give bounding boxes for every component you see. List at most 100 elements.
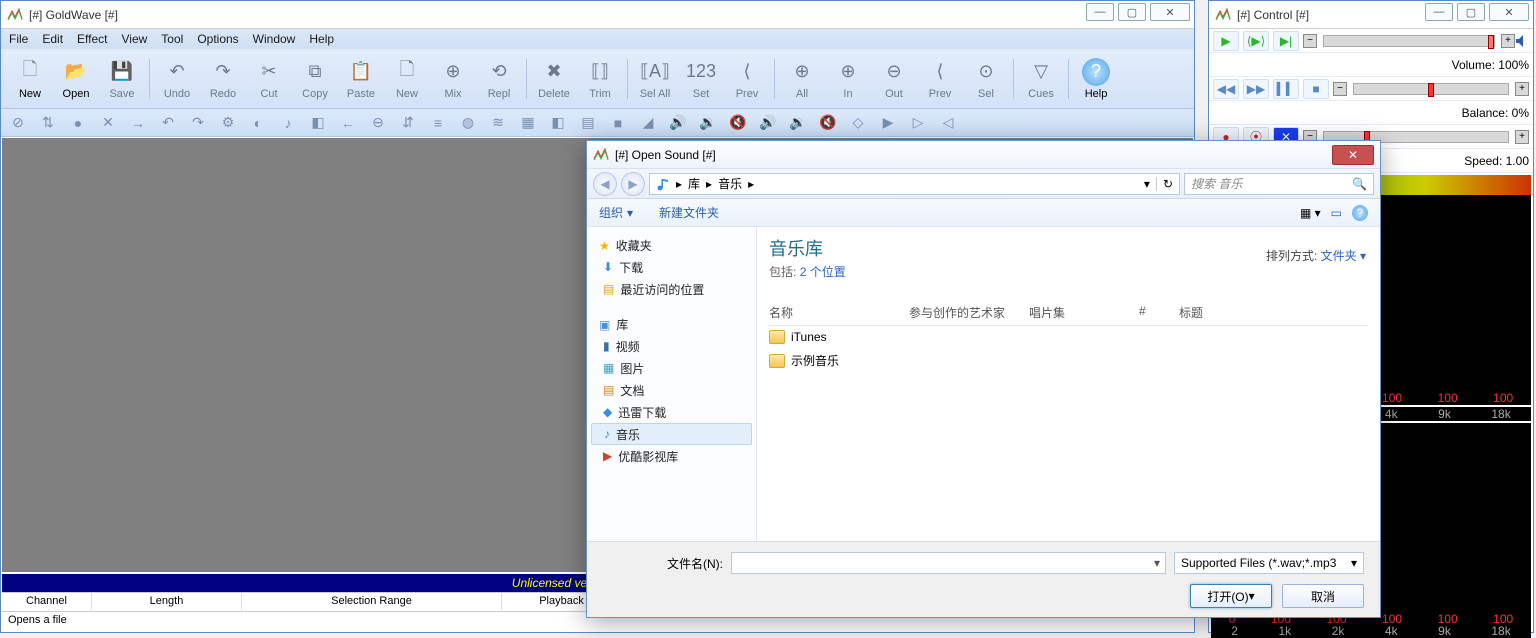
menubar: File Edit Effect View Tool Options Windo… bbox=[1, 29, 1194, 49]
refresh-icon[interactable]: ↻ bbox=[1156, 177, 1173, 191]
sidebar-item-documents[interactable]: ▤文档 bbox=[591, 379, 752, 401]
sidebar-item-xunlei[interactable]: ◆迅雷下载 bbox=[591, 401, 752, 423]
fx-toolbar: ⊘⇅●✕→↶↷⚙◐♪◧←⊖⇵≡◍≋▦◧▤■◢🔊🔉🔇🔊🔉🔇◇▶▷◁ bbox=[1, 109, 1194, 137]
balance-plus[interactable]: + bbox=[1515, 82, 1529, 96]
col-album[interactable]: 唱片集 bbox=[1029, 304, 1139, 321]
fx-button-4: → bbox=[125, 112, 151, 134]
volume-plus[interactable]: + bbox=[1501, 34, 1515, 48]
balance-minus[interactable]: − bbox=[1333, 82, 1347, 96]
tool-help[interactable]: ?Help bbox=[1073, 52, 1119, 106]
fx-button-30: ▷ bbox=[905, 112, 931, 134]
menu-options[interactable]: Options bbox=[197, 32, 238, 46]
fx-button-8: ◐ bbox=[245, 112, 271, 134]
sidebar-item-videos[interactable]: ▮视频 bbox=[591, 335, 752, 357]
menu-effect[interactable]: Effect bbox=[77, 32, 107, 46]
volume-label-row: Volume: 100% bbox=[1209, 53, 1533, 77]
fx-button-17: ▦ bbox=[515, 112, 541, 134]
sidebar-item-pictures[interactable]: ▦图片 bbox=[591, 357, 752, 379]
stop-button[interactable]: ■ bbox=[1303, 79, 1329, 99]
xunlei-icon: ◆ bbox=[603, 405, 612, 419]
view-button[interactable]: ▦ ▾ bbox=[1300, 206, 1321, 220]
maximize-button[interactable]: ▢ bbox=[1118, 3, 1146, 21]
pause-button[interactable]: ▍▍ bbox=[1273, 79, 1299, 99]
sidebar-item-youku[interactable]: ▶优酷影视库 bbox=[591, 445, 752, 467]
tool-new[interactable]: 🗋New bbox=[7, 52, 53, 106]
fx-button-9: ♪ bbox=[275, 112, 301, 134]
dialog-close-button[interactable]: ✕ bbox=[1332, 145, 1374, 165]
help-icon[interactable]: ? bbox=[1352, 205, 1368, 221]
speed-plus[interactable]: + bbox=[1515, 130, 1529, 144]
menu-help[interactable]: Help bbox=[309, 32, 334, 46]
balance-label-row: Balance: 0% bbox=[1209, 101, 1533, 125]
minimize-button[interactable]: — bbox=[1086, 3, 1114, 21]
menu-view[interactable]: View bbox=[122, 32, 148, 46]
fx-button-14: ≡ bbox=[425, 112, 451, 134]
fx-button-13: ⇵ bbox=[395, 112, 421, 134]
youku-icon: ▶ bbox=[603, 449, 612, 463]
tool-delete: ✖Delete bbox=[531, 52, 577, 106]
file-row-itunes[interactable]: iTunes bbox=[769, 326, 1368, 348]
tool-repl: ⟲Repl bbox=[476, 52, 522, 106]
balance-slider[interactable] bbox=[1353, 83, 1509, 95]
menu-edit[interactable]: Edit bbox=[42, 32, 63, 46]
open-button[interactable]: 打开(O) ▾ bbox=[1190, 584, 1272, 608]
sidebar-item-music[interactable]: ♪音乐 bbox=[591, 423, 752, 445]
tool-in: ⊕In bbox=[825, 52, 871, 106]
dialog-icon bbox=[593, 147, 609, 163]
crumb-music[interactable]: 音乐 bbox=[718, 175, 742, 192]
menu-window[interactable]: Window bbox=[253, 32, 296, 46]
control-close-button[interactable]: ✕ bbox=[1489, 3, 1529, 21]
tool-copy: ⧉Copy bbox=[292, 52, 338, 106]
volume-slider[interactable] bbox=[1323, 35, 1495, 47]
play-button[interactable]: ▶ bbox=[1213, 31, 1239, 51]
organize-button[interactable]: 组织 ▾ bbox=[599, 204, 633, 221]
sidebar-item-recent[interactable]: ▤最近访问的位置 bbox=[591, 278, 752, 300]
fx-button-26: 🔉 bbox=[785, 112, 811, 134]
breadcrumb-dropdown[interactable]: ▾ bbox=[1144, 177, 1150, 191]
sort-dropdown[interactable]: 文件夹 ▾ bbox=[1321, 249, 1366, 263]
tool-paste: 📋Paste bbox=[338, 52, 384, 106]
close-button[interactable]: ✕ bbox=[1150, 3, 1190, 21]
sidebar-favorites[interactable]: ★收藏夹 bbox=[591, 235, 752, 256]
play-selection-button[interactable]: ⟨▶⟩ bbox=[1243, 31, 1269, 51]
dialog-main: 音乐库 包括: 2 个位置 排列方式: 文件夹 ▾ 名称 参与创作的艺术家 唱片… bbox=[757, 227, 1380, 541]
menu-tool[interactable]: Tool bbox=[161, 32, 183, 46]
newfolder-button[interactable]: 新建文件夹 bbox=[659, 204, 719, 221]
col-num[interactable]: # bbox=[1139, 304, 1179, 321]
fx-button-27: 🔇 bbox=[815, 112, 841, 134]
play-loop-button[interactable]: ▶| bbox=[1273, 31, 1299, 51]
file-filter-dropdown[interactable]: Supported Files (*.wav;*.mp3▾ bbox=[1174, 552, 1364, 574]
breadcrumb-bar[interactable]: ▸ 库 ▸ 音乐 ▸ ▾ ↻ bbox=[649, 173, 1180, 195]
sidebar-library[interactable]: ▣库 bbox=[591, 314, 752, 335]
col-artist[interactable]: 参与创作的艺术家 bbox=[909, 304, 1029, 321]
rewind-button[interactable]: ◀◀ bbox=[1213, 79, 1239, 99]
fx-button-23: 🔉 bbox=[695, 112, 721, 134]
volume-minus[interactable]: − bbox=[1303, 34, 1317, 48]
control-minimize-button[interactable]: — bbox=[1425, 3, 1453, 21]
menu-file[interactable]: File bbox=[9, 32, 28, 46]
nav-back-button[interactable]: ◀ bbox=[593, 172, 617, 196]
search-input[interactable]: 搜索 音乐 🔍 bbox=[1184, 173, 1374, 195]
nav-forward-button[interactable]: ▶ bbox=[621, 172, 645, 196]
control-maximize-button[interactable]: ▢ bbox=[1457, 3, 1485, 21]
col-title[interactable]: 标题 bbox=[1179, 304, 1223, 321]
library-locations-link[interactable]: 2 个位置 bbox=[800, 265, 846, 279]
tool-open[interactable]: 📂Open bbox=[53, 52, 99, 106]
crumb-library[interactable]: 库 bbox=[688, 175, 700, 192]
control-window-controls: — ▢ ✕ bbox=[1425, 3, 1529, 21]
file-row-sample[interactable]: 示例音乐 bbox=[769, 348, 1368, 373]
tool-all: ⊕All bbox=[779, 52, 825, 106]
volume-label: Volume: 100% bbox=[1452, 58, 1529, 72]
sidebar-item-downloads[interactable]: ⬇下载 bbox=[591, 256, 752, 278]
main-title: [#] GoldWave [#] bbox=[29, 8, 1188, 22]
file-columns: 名称 参与创作的艺术家 唱片集 # 标题 bbox=[769, 300, 1368, 326]
fx-button-11: ← bbox=[335, 112, 361, 134]
filename-input[interactable] bbox=[731, 552, 1166, 574]
cancel-button[interactable]: 取消 bbox=[1282, 584, 1364, 608]
fx-button-1: ⇅ bbox=[35, 112, 61, 134]
filename-dropdown[interactable]: ▾ bbox=[1154, 556, 1160, 570]
col-name[interactable]: 名称 bbox=[769, 304, 909, 321]
forward-button[interactable]: ▶▶ bbox=[1243, 79, 1269, 99]
preview-button[interactable]: ▭ bbox=[1331, 206, 1342, 220]
balance-label: Balance: 0% bbox=[1462, 106, 1529, 120]
